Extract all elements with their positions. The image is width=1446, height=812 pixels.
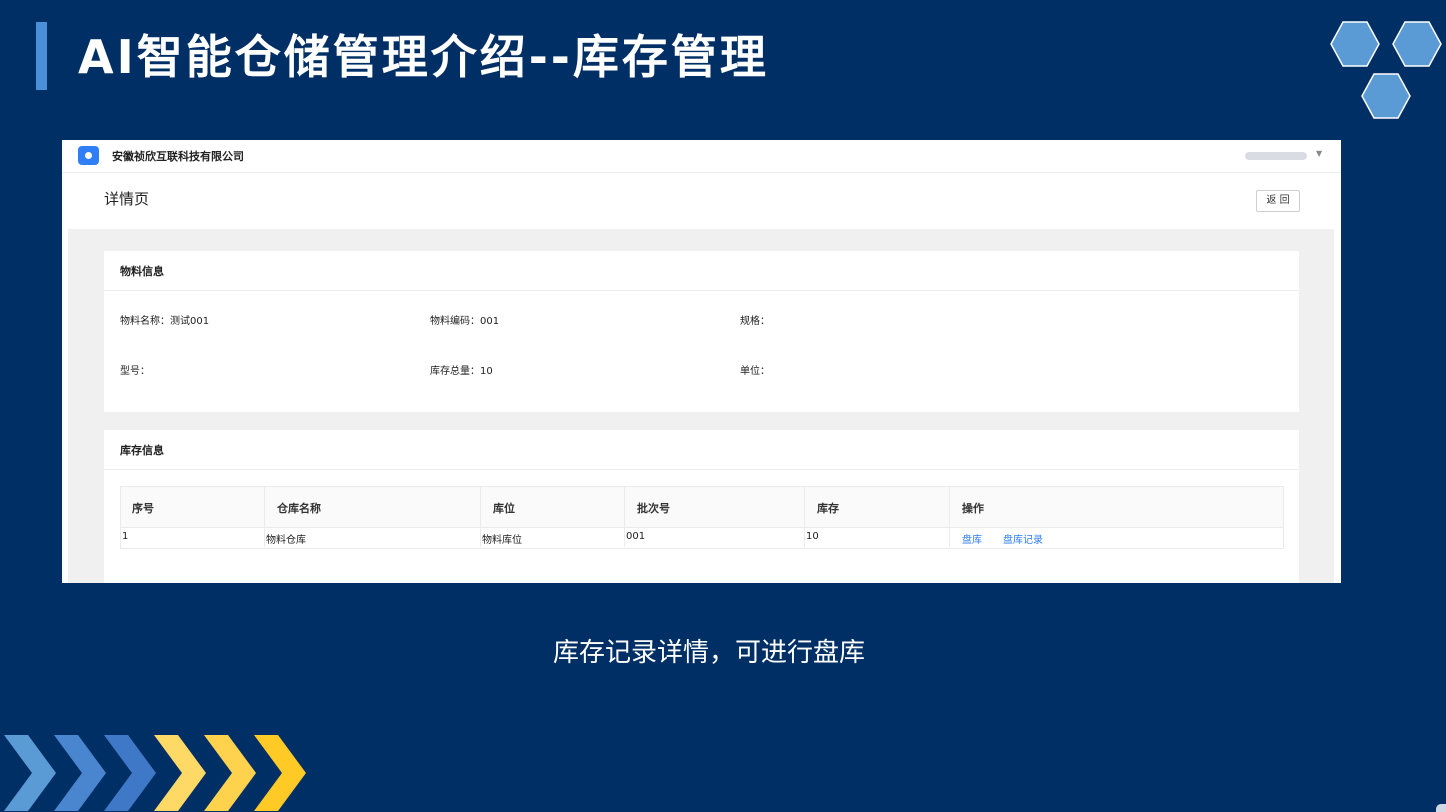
column-header-warehouse: 仓库名称	[277, 502, 321, 515]
chevron-right-icon	[104, 735, 156, 811]
company-name: 安徽祯欣互联科技有限公司	[112, 150, 244, 163]
field-total-stock: 库存总量：10	[430, 362, 493, 377]
material-info-title: 物料信息	[120, 265, 164, 278]
page-title: 详情页	[104, 190, 150, 208]
field-label: 单位：	[740, 366, 770, 377]
cell-warehouse: 物料仓库	[266, 535, 306, 546]
back-button[interactable]: 返 回	[1256, 190, 1300, 212]
column-header-stock: 库存	[817, 502, 839, 515]
app-logo-icon[interactable]	[78, 146, 99, 165]
field-unit: 单位：	[740, 362, 770, 377]
field-label: 库存总量：	[430, 366, 480, 377]
column-header-location: 库位	[493, 502, 515, 515]
cell-batch: 001	[626, 531, 646, 542]
column-header-batch: 批次号	[637, 502, 670, 515]
chevron-right-icon	[154, 735, 206, 811]
field-label: 规格：	[740, 316, 770, 327]
chevron-right-icon	[54, 735, 106, 811]
stocktake-link[interactable]: 盘库	[962, 531, 982, 546]
hexagon-top-left	[1330, 21, 1380, 67]
user-name-blurred	[1245, 152, 1307, 160]
chevron-down-icon: ▼	[1316, 149, 1323, 158]
cell-location: 物料库位	[482, 535, 522, 546]
chevron-right-icon	[254, 735, 306, 811]
app-topbar: 安徽祯欣互联科技有限公司 18123622527 ▼	[62, 140, 1341, 173]
hexagon-top-right	[1392, 21, 1442, 67]
field-label: 物料编码：	[430, 316, 480, 327]
page-header: 详情页 返 回	[62, 173, 1341, 229]
user-menu[interactable]: 18123622527 ▼	[1244, 149, 1324, 162]
field-spec: 规格：	[740, 312, 770, 327]
field-value: 001	[480, 316, 500, 327]
table-header: 序号 仓库名称 库位 批次号 库存 操作	[120, 486, 1284, 528]
slide-caption: 库存记录详情，可进行盘库	[552, 638, 865, 668]
material-info-card: 物料信息 物料名称：测试001 物料编码：001 规格： 型号： 库存总量：10…	[104, 251, 1299, 412]
hexagon-bottom	[1361, 73, 1411, 119]
chevron-right-icon	[4, 735, 56, 811]
field-label: 型号：	[120, 366, 150, 377]
column-header-actions: 操作	[962, 502, 984, 515]
divider	[104, 290, 1299, 291]
stocktake-records-link[interactable]: 盘库记录	[1003, 531, 1043, 546]
cell-index: 1	[122, 531, 129, 542]
field-model: 型号：	[120, 362, 150, 377]
chevron-right-icon	[204, 735, 256, 811]
slide-title: AI智能仓储管理介绍--库存管理	[78, 30, 769, 84]
table-row: 1 物料仓库 物料库位 001 10 盘库 盘库记录	[120, 526, 1284, 549]
field-value: 10	[480, 366, 493, 377]
app-screenshot: 安徽祯欣互联科技有限公司 18123622527 ▼ 详情页 返 回 物料信息 …	[62, 140, 1341, 583]
field-value: 测试001	[170, 316, 210, 327]
divider	[104, 469, 1299, 470]
corner-decoration	[1436, 804, 1446, 812]
hexagon-decoration	[1330, 21, 1442, 119]
title-accent-bar	[36, 22, 47, 90]
field-material-code: 物料编码：001	[430, 312, 499, 327]
chevron-decoration	[4, 735, 306, 811]
cell-stock: 10	[806, 531, 819, 542]
field-label: 物料名称：	[120, 316, 170, 327]
column-header-index: 序号	[132, 502, 154, 515]
inventory-info-card: 库存信息 序号 仓库名称 库位 批次号 库存 操作 1 物料仓库 物料库位 00…	[104, 430, 1299, 583]
inventory-info-title: 库存信息	[120, 444, 164, 457]
field-material-name: 物料名称：测试001	[120, 312, 209, 327]
